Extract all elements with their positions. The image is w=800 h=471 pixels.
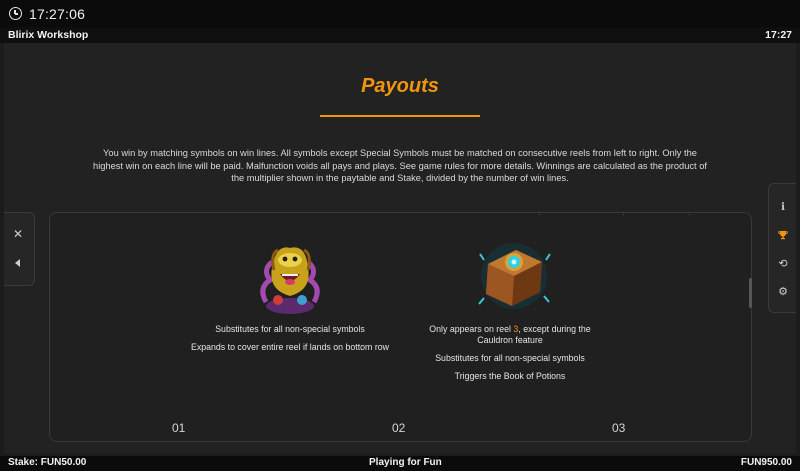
title-underline <box>320 115 480 117</box>
page-title: Payouts <box>361 75 439 97</box>
balance-label: FUN950.00 <box>740 457 792 468</box>
system-time: 17:27:06 <box>29 5 86 22</box>
scrollbar[interactable] <box>749 278 752 308</box>
app-title: Blirix Workshop <box>8 29 89 41</box>
clipped-text-fragment: · <box>538 210 541 219</box>
symbol-2-line-2: Cauldron feature <box>477 335 543 345</box>
wild-creature-icon <box>252 240 328 318</box>
history-icon[interactable]: ⟲ <box>769 253 797 273</box>
clipped-text-fragment: · <box>622 210 625 219</box>
status-bar: Stake: FUN50.00 Playing for Fun FUN950.0… <box>0 456 800 471</box>
game-header: Blirix Workshop 17:27 <box>0 27 800 43</box>
symbol-1-line-1: Substitutes for all non-special symbols <box>215 324 365 334</box>
header-time: 17:27 <box>765 29 792 41</box>
page-number-03[interactable]: 03 <box>612 421 625 435</box>
symbol-2-line-3: Substitutes for all non-special symbols <box>435 353 585 363</box>
symbol-1-line-2: Expands to cover entire reel if lands on… <box>190 342 390 352</box>
stake-label: Stake: FUN50.00 <box>8 457 87 468</box>
page-number-01[interactable]: 01 <box>172 421 185 435</box>
rules-text: You win by matching symbols on win lines… <box>93 148 707 183</box>
right-control-panel: i ⟲ ⚙ <box>768 183 796 313</box>
clipped-text-fragment: · <box>688 210 691 219</box>
symbol-2-line-4: Triggers the Book of Potions <box>454 371 566 381</box>
play-mode-label: Playing for Fun <box>369 457 442 468</box>
back-arrow-icon[interactable] <box>15 259 20 267</box>
trophy-icon[interactable] <box>769 225 797 245</box>
symbol-2-line-1: Only appears on reel 3, except during th… <box>429 324 591 334</box>
system-status-bar: 17:27:06 <box>0 0 800 27</box>
book-of-potions-icon <box>476 240 552 314</box>
info-icon[interactable]: i <box>769 197 797 217</box>
close-icon[interactable]: ✕ <box>13 228 23 240</box>
left-control-panel: ✕ <box>4 212 35 286</box>
settings-icon[interactable]: ⚙ <box>769 281 797 301</box>
page-number-02[interactable]: 02 <box>392 421 405 435</box>
clock-icon <box>9 7 22 20</box>
